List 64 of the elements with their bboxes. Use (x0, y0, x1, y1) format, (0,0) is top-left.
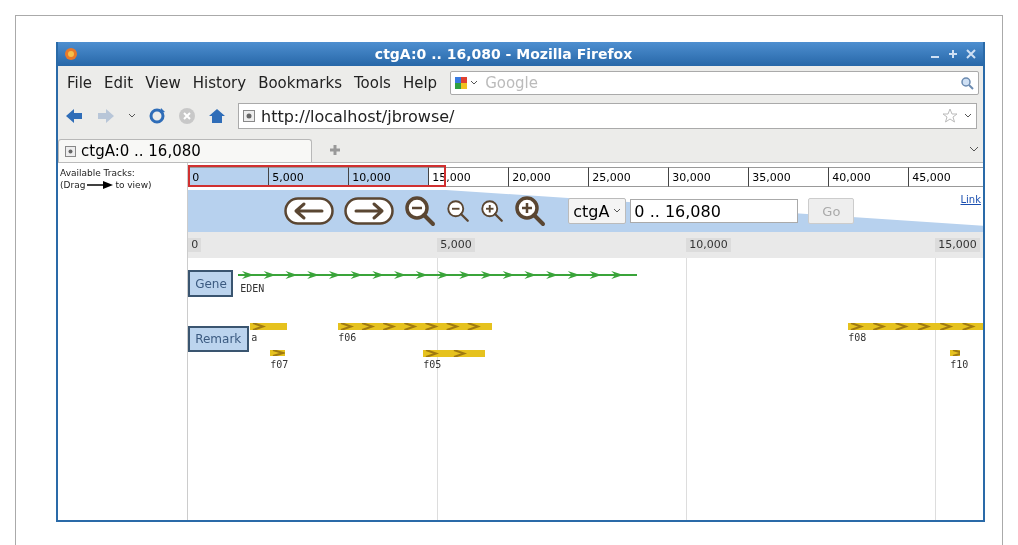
menu-item[interactable]: Tools (348, 72, 396, 94)
menu-item[interactable]: File (62, 72, 98, 94)
star-icon[interactable] (942, 108, 958, 124)
feature-label: a (251, 333, 258, 343)
ruler-tick: 5,000 (437, 238, 475, 252)
sidebar-hint: (Drag (60, 179, 86, 191)
pan-right-button[interactable] (344, 197, 395, 225)
menu-item[interactable]: View (140, 72, 186, 94)
dropdown-icon[interactable] (964, 113, 972, 119)
feature-label: f07 (270, 360, 289, 370)
overview-tick: 30,000 (668, 166, 749, 187)
remark-feature (950, 350, 961, 356)
arrow-icon (87, 181, 114, 189)
overview-tick: 25,000 (588, 166, 669, 187)
address-text: http://localhost/jbrowse/ (261, 106, 456, 126)
sidebar-hint: to view) (115, 179, 152, 191)
overview-tick: 10,000 (348, 166, 429, 187)
feature-label: f10 (950, 360, 969, 370)
zoom-out-icon[interactable] (404, 195, 437, 227)
maximize-icon[interactable] (947, 48, 959, 60)
zoom-in-icon[interactable] (514, 195, 547, 227)
zoom-in-icon[interactable] (480, 199, 505, 223)
remark-feature (250, 323, 288, 330)
tab-list-icon[interactable] (969, 145, 979, 153)
overview-tick: 5,000 (268, 166, 349, 187)
menu-item[interactable]: Bookmarks (253, 72, 347, 94)
ruler-tick: 0 (188, 238, 202, 252)
sidebar-title: Available Tracks: (60, 167, 136, 179)
overview-tick: 45,000 (908, 166, 983, 187)
location-field[interactable]: 0 .. 16,080 (630, 199, 799, 223)
feature-label: f05 (423, 360, 442, 370)
remark-feature (423, 350, 486, 357)
new-tab-icon[interactable] (328, 143, 342, 157)
ruler-tick: 10,000 (686, 238, 731, 252)
track-label[interactable]: Remark (188, 326, 250, 352)
overview-tick: 20,000 (508, 166, 589, 187)
reload-icon[interactable] (148, 107, 166, 125)
link[interactable]: Link (960, 194, 981, 205)
page-icon (65, 145, 76, 157)
firefox-icon (64, 47, 78, 61)
menu-item[interactable]: Help (397, 72, 443, 94)
feature-label: f06 (338, 333, 357, 343)
menu-item[interactable]: History (187, 72, 252, 94)
menu-item[interactable]: Edit (99, 72, 139, 94)
feature-label: f08 (848, 333, 867, 343)
track-label[interactable]: Gene (188, 270, 234, 297)
dropdown-icon (613, 208, 622, 214)
pan-left-button[interactable] (284, 197, 335, 225)
zoom-out-icon[interactable] (446, 199, 471, 223)
remark-feature (270, 350, 286, 356)
back-icon[interactable] (64, 108, 84, 124)
page-icon (243, 110, 255, 122)
overview-tick: 40,000 (828, 166, 909, 187)
search-icon[interactable] (960, 76, 974, 90)
feature-label: EDEN (240, 284, 265, 294)
ruler-tick: 15,000 (935, 238, 980, 252)
address-field[interactable]: http://localhost/jbrowse/ (238, 103, 977, 129)
window-title: ctgA:0 .. 16,080 - Mozilla Firefox (373, 46, 634, 62)
dropdown-icon[interactable] (128, 113, 136, 119)
reference-select[interactable]: ctgA (568, 198, 627, 224)
overview-tick: 35,000 (748, 166, 829, 187)
close-icon[interactable] (965, 48, 977, 60)
home-icon[interactable] (208, 107, 226, 125)
browser-tab[interactable]: ctgA:0 .. 16,080 (58, 139, 312, 162)
